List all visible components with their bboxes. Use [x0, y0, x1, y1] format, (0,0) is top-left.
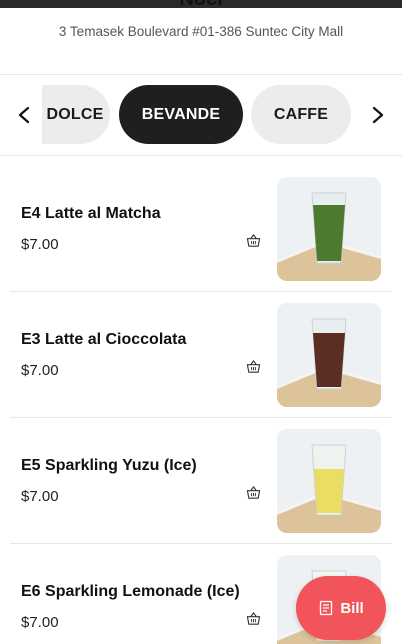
item-price: $7.00 — [21, 488, 59, 505]
receipt-icon — [320, 600, 333, 616]
basket-icon[interactable] — [246, 611, 261, 626]
tab-bevande[interactable]: BEVANDE — [119, 85, 243, 144]
item-price: $7.00 — [21, 614, 59, 631]
category-bar: DOLCE BEVANDE CAFFE — [0, 74, 402, 156]
basket-icon[interactable] — [246, 485, 261, 500]
scroll-right-button[interactable] — [358, 75, 398, 155]
basket-icon[interactable] — [246, 359, 261, 374]
menu-list: E4 Latte al Matcha $7.00 E3 Latte al Cio… — [10, 166, 392, 644]
chevron-right-icon — [372, 106, 384, 124]
chevron-left-icon — [18, 106, 30, 124]
drink-photo — [277, 303, 381, 407]
menu-item[interactable]: E3 Latte al Cioccolata $7.00 — [10, 292, 392, 418]
tab-dolce[interactable]: DOLCE — [42, 85, 110, 144]
item-name: E5 Sparkling Yuzu (Ice) — [21, 457, 197, 474]
menu-item[interactable]: E5 Sparkling Yuzu (Ice) $7.00 — [10, 418, 392, 544]
store-address: 3 Temasek Boulevard #01-386 Suntec City … — [58, 24, 344, 39]
item-image — [277, 429, 381, 533]
item-price: $7.00 — [21, 362, 59, 379]
store-name: Noci — [0, 0, 402, 11]
drink-photo — [277, 177, 381, 281]
item-price: $7.00 — [21, 236, 59, 253]
drink-photo — [277, 429, 381, 533]
item-name: E6 Sparkling Lemonade (Ice) — [21, 583, 240, 600]
bill-label: Bill — [340, 599, 364, 617]
menu-item[interactable]: E4 Latte al Matcha $7.00 — [10, 166, 392, 292]
basket-icon[interactable] — [246, 233, 261, 248]
item-image — [277, 303, 381, 407]
item-name: E3 Latte al Cioccolata — [21, 331, 187, 348]
scroll-left-button[interactable] — [4, 75, 44, 155]
tab-caffe[interactable]: CAFFE — [251, 85, 351, 144]
item-image — [277, 177, 381, 281]
category-tabs: DOLCE BEVANDE CAFFE — [42, 85, 360, 145]
item-name: E4 Latte al Matcha — [21, 205, 161, 222]
bill-button[interactable]: Bill — [296, 576, 386, 640]
